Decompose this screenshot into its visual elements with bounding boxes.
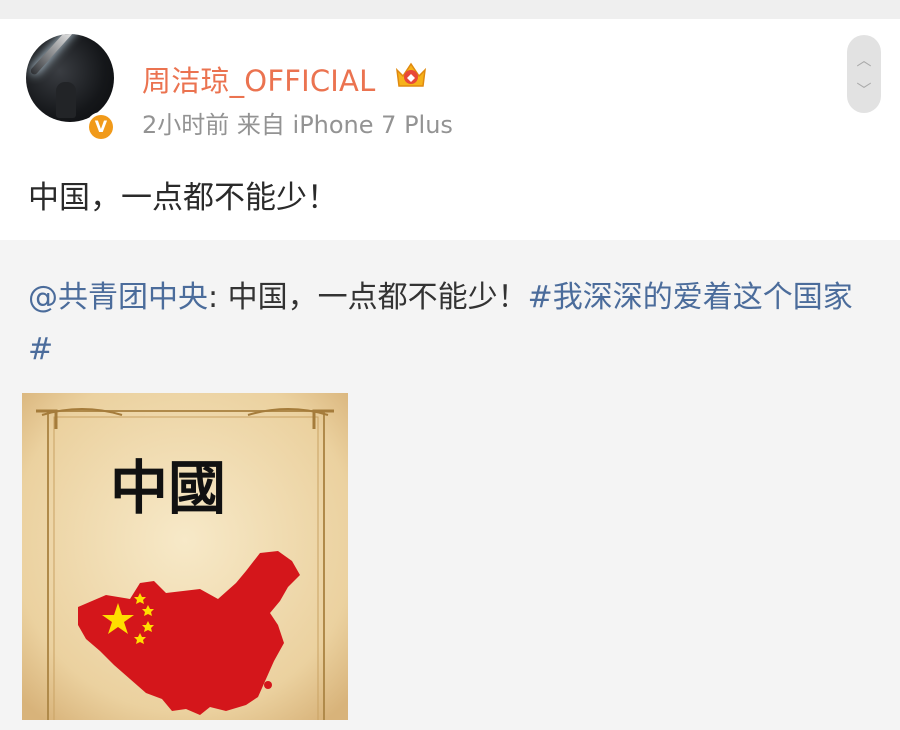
hashtag-link[interactable]: #我深深的爱着这个国家: [528, 280, 853, 315]
verified-badge-icon: V: [86, 112, 116, 142]
post-meta: 2小时前 来自 iPhone 7 Plus: [142, 111, 453, 139]
chevron-up-icon[interactable]: ︿: [847, 49, 881, 70]
repost-text: @共青团中央: 中国，一点都不能少！#我深深的爱着这个国家 #: [28, 272, 878, 376]
mention-separator: :: [208, 280, 228, 315]
silhouette-graphic: [56, 82, 76, 118]
repost-image[interactable]: 中國: [22, 393, 348, 720]
china-map-poster: 中國: [22, 393, 348, 720]
chevron-down-icon[interactable]: ﹀: [847, 79, 881, 100]
hashtag-end[interactable]: #: [28, 332, 53, 367]
poster-title: 中國: [110, 454, 226, 522]
island-shape: [264, 681, 272, 689]
post-text: 中国，一点都不能少！: [28, 180, 338, 216]
top-divider: [0, 0, 900, 19]
mention-link[interactable]: @共青团中央: [28, 280, 208, 315]
crown-member-icon: [395, 62, 427, 87]
scroll-control[interactable]: ︿ ﹀: [847, 35, 881, 113]
repost-body: 中国，一点都不能少！: [227, 280, 528, 315]
avatar[interactable]: [26, 34, 114, 122]
username-link[interactable]: 周洁琼_OFFICIAL: [142, 58, 375, 100]
